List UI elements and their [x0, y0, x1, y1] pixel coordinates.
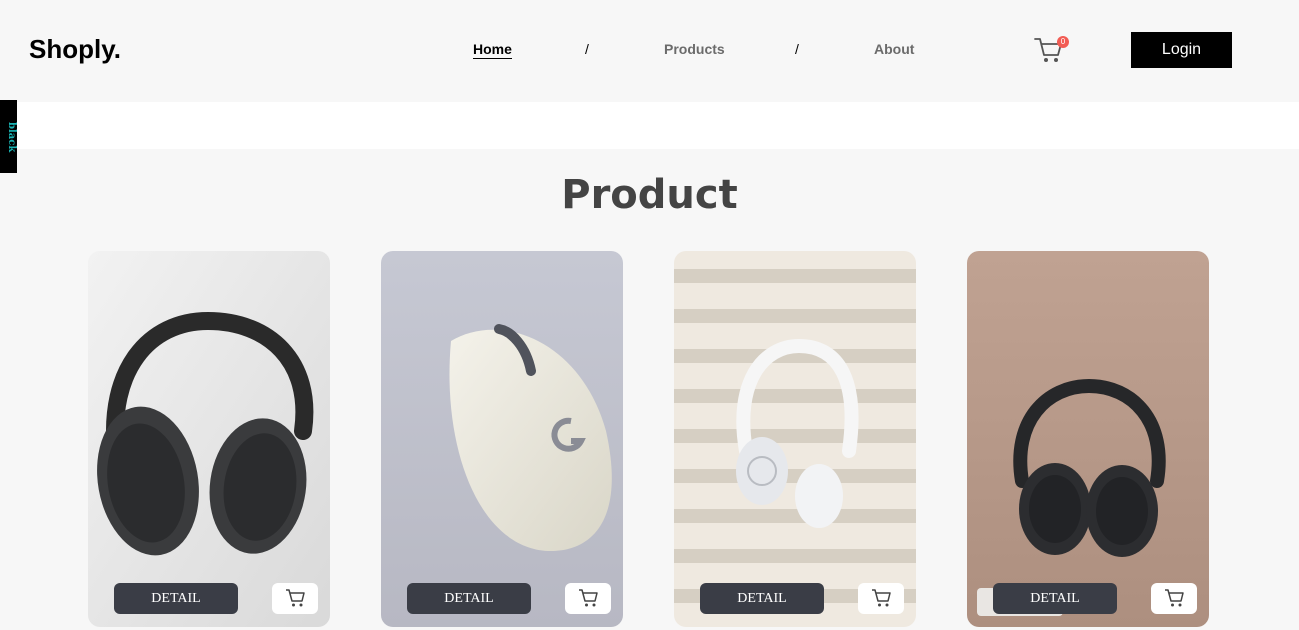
cart-icon: [286, 589, 305, 607]
product-card[interactable]: DETAIL: [674, 251, 916, 627]
nav-about[interactable]: About: [874, 41, 914, 57]
section-title: Product: [561, 172, 738, 218]
nav-home[interactable]: Home: [473, 41, 512, 59]
cart-count-badge: 0: [1057, 36, 1069, 48]
white-mouse-icon: [381, 251, 623, 627]
nav-products[interactable]: Products: [664, 41, 725, 57]
product-card[interactable]: DETAIL: [88, 251, 330, 627]
black-headphones-icon: [88, 251, 330, 627]
add-to-cart-button[interactable]: [272, 583, 318, 614]
cart-icon: [579, 589, 598, 607]
product-card[interactable]: DETAIL: [967, 251, 1209, 627]
banner-strip: [16, 102, 1299, 149]
detail-button[interactable]: DETAIL: [407, 583, 531, 614]
add-to-cart-button[interactable]: [1151, 583, 1197, 614]
add-to-cart-button[interactable]: [858, 583, 904, 614]
add-to-cart-button[interactable]: [565, 583, 611, 614]
cart-icon: [1165, 589, 1184, 607]
product-card[interactable]: DETAIL: [381, 251, 623, 627]
detail-button[interactable]: DETAIL: [993, 583, 1117, 614]
black-headphones-icon: [967, 251, 1209, 627]
detail-button[interactable]: DETAIL: [700, 583, 824, 614]
theme-side-tab[interactable]: black: [0, 100, 17, 173]
side-tab-label: black: [6, 122, 17, 153]
navbar: Shoply. Home / Products / About 0 Login: [0, 0, 1299, 102]
nav-separator: /: [585, 41, 589, 57]
brand-logo[interactable]: Shoply.: [29, 34, 121, 65]
login-button[interactable]: Login: [1131, 32, 1232, 68]
white-headphones-icon: [674, 251, 916, 627]
detail-button[interactable]: DETAIL: [114, 583, 238, 614]
nav-separator: /: [795, 41, 799, 57]
cart-icon: [872, 589, 891, 607]
